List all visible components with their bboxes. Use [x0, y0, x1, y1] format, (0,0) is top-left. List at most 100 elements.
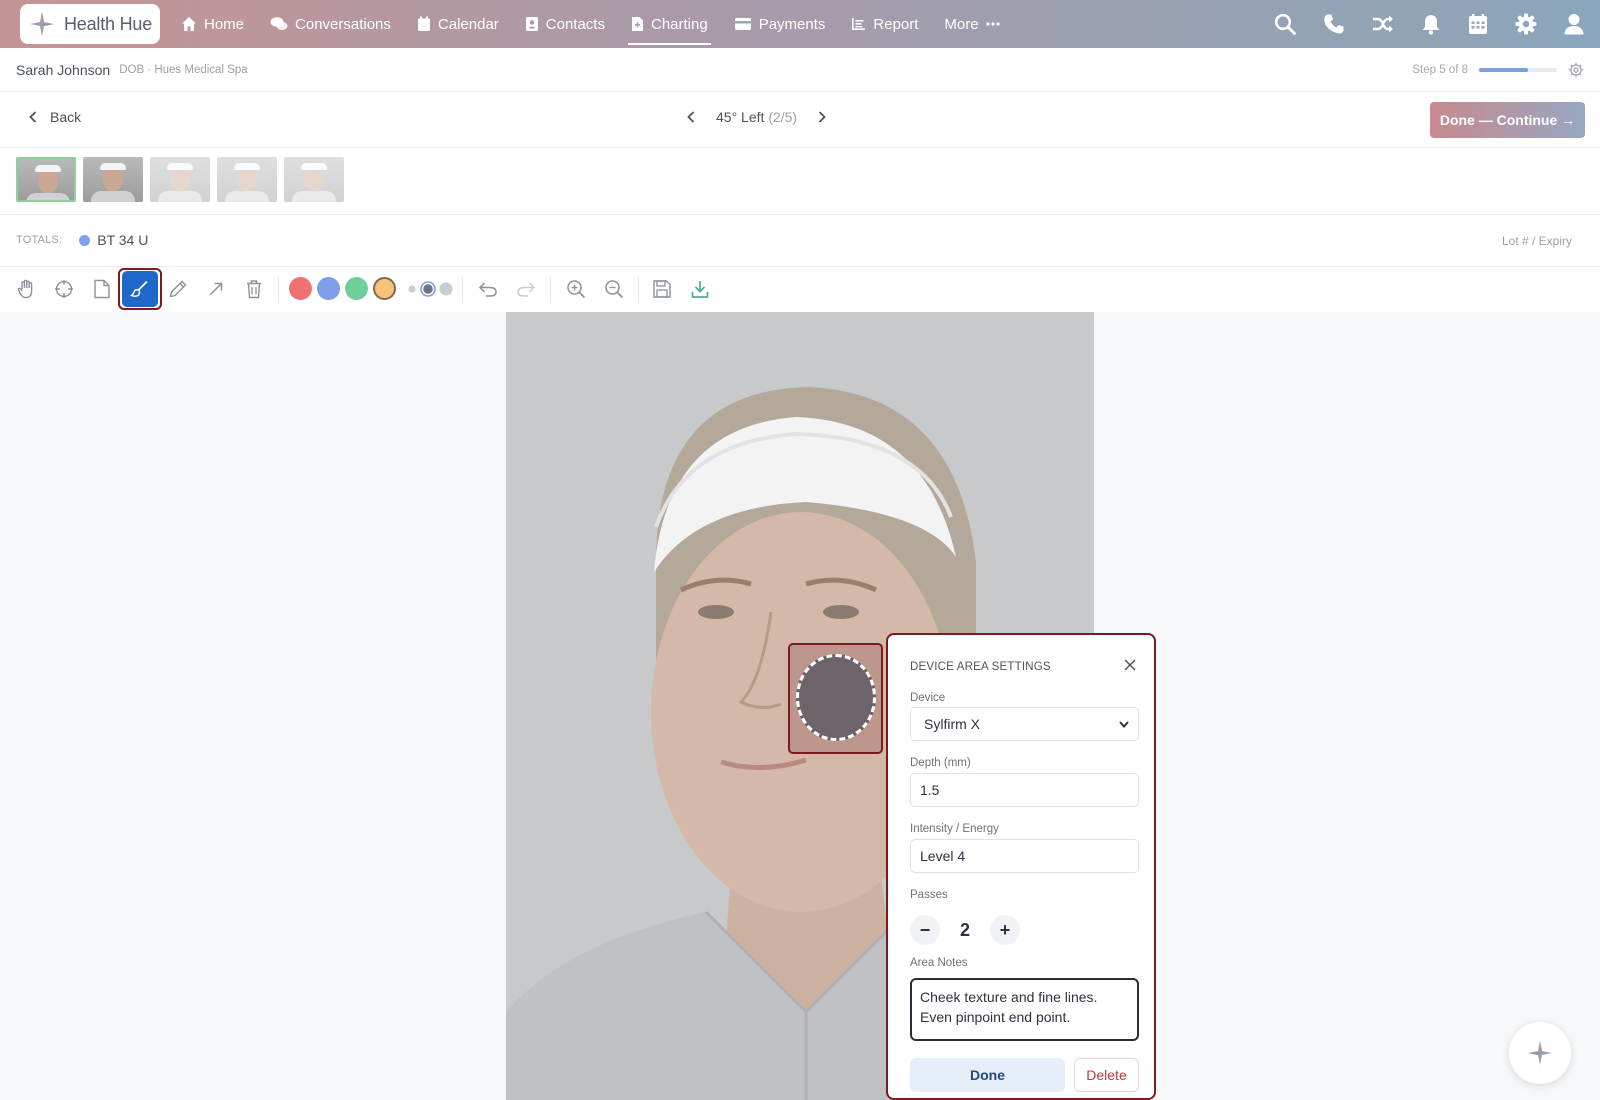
- totals-row: TOTALS: BT 34 U: [16, 232, 148, 248]
- toolbar-separator: [550, 276, 551, 302]
- view-position: (2/5): [768, 109, 798, 125]
- lot-expiry-link[interactable]: Lot # / Expiry: [1502, 234, 1572, 248]
- patient-name[interactable]: Sarah Johnson: [16, 62, 110, 78]
- color-swatch-red[interactable]: [289, 277, 312, 300]
- panel-title: DEVICE AREA SETTINGS: [910, 661, 1051, 673]
- nav-payments[interactable]: Payments: [721, 0, 839, 48]
- back-button[interactable]: Back: [28, 109, 81, 125]
- intensity-input[interactable]: Level 4: [910, 839, 1139, 873]
- nav-more-label: More: [944, 15, 979, 33]
- assistant-fab-button[interactable]: [1509, 1022, 1571, 1084]
- crosshair-icon[interactable]: [52, 277, 76, 301]
- arrow-icon[interactable]: [204, 277, 228, 301]
- totals-value: BT 34 U: [97, 232, 149, 248]
- passes-decrement-button[interactable]: −: [910, 915, 940, 945]
- settings-gear-icon[interactable]: [1568, 62, 1584, 78]
- close-icon[interactable]: [1120, 655, 1140, 675]
- brush-size-selector[interactable]: [406, 277, 454, 301]
- nav-more[interactable]: More: [931, 0, 1012, 48]
- nav-conversations-label: Conversations: [295, 15, 391, 33]
- photo-thumbnails: [16, 157, 344, 202]
- device-select[interactable]: Sylfirm X: [910, 707, 1139, 741]
- report-icon: [851, 17, 866, 31]
- redo-icon[interactable]: [514, 277, 538, 301]
- step-indicator: Step 5 of 8: [1412, 63, 1468, 76]
- chevron-left-icon: [28, 110, 38, 124]
- product-color-dot: [79, 234, 91, 246]
- gear-icon[interactable]: [1515, 13, 1537, 35]
- sparkle-icon: [1525, 1038, 1555, 1068]
- next-view-chevron-icon[interactable]: [817, 110, 827, 124]
- undo-icon[interactable]: [476, 277, 500, 301]
- nav-calendar-label: Calendar: [437, 15, 499, 33]
- brush-icon: [130, 279, 150, 299]
- phone-icon[interactable]: [1323, 13, 1345, 35]
- brush-tool-button[interactable]: [122, 271, 158, 307]
- toolbar-separator: [638, 276, 639, 302]
- passes-value: 2: [959, 919, 970, 940]
- passes-stepper: − 2 +: [910, 915, 1020, 945]
- brand-logo[interactable]: Health Hue: [20, 4, 160, 44]
- hand-icon[interactable]: [14, 277, 38, 301]
- chat-icon: [270, 16, 288, 32]
- search-icon[interactable]: [1274, 13, 1296, 35]
- save-icon[interactable]: [650, 277, 674, 301]
- view-title-wrap: 45° Left (2/5): [716, 109, 797, 125]
- download-icon[interactable]: [688, 277, 712, 301]
- nav-contacts[interactable]: Contacts: [512, 0, 618, 48]
- nav-calendar[interactable]: Calendar: [404, 0, 512, 48]
- device-area-settings-panel: DEVICE AREA SETTINGS Device Sylfirm X De…: [886, 633, 1156, 1100]
- step-progress-fill: [1479, 67, 1528, 72]
- top-nav: Health Hue Home Conversations Calendar C…: [0, 0, 1600, 48]
- device-selected-value: Sylfirm X: [924, 716, 980, 732]
- panel-done-button[interactable]: Done: [910, 1058, 1065, 1092]
- thumbnail-1[interactable]: [16, 157, 76, 202]
- color-swatch-blue[interactable]: [317, 277, 340, 300]
- color-swatch-green[interactable]: [345, 277, 368, 300]
- bell-icon[interactable]: [1421, 13, 1441, 35]
- note-icon[interactable]: [90, 277, 114, 301]
- device-label: Device: [910, 692, 946, 704]
- thumbnail-5[interactable]: [284, 157, 344, 202]
- credit-card-icon: [734, 17, 752, 31]
- toolbar-separator: [278, 276, 279, 302]
- depth-label: Depth (mm): [910, 757, 971, 769]
- nav-report[interactable]: Report: [838, 0, 931, 48]
- thumbnail-2[interactable]: [83, 157, 143, 202]
- user-icon[interactable]: [1564, 13, 1584, 35]
- depth-input[interactable]: 1.5: [910, 773, 1139, 807]
- done-continue-button[interactable]: Done — Continue →: [1430, 102, 1585, 138]
- prev-view-chevron-icon[interactable]: [686, 110, 696, 124]
- calendar-grid-icon[interactable]: [1468, 13, 1488, 35]
- area-notes-textarea[interactable]: Cheek texture and fine lines. Even pinpo…: [910, 978, 1139, 1041]
- thumbnail-4[interactable]: [217, 157, 277, 202]
- nav-home-label: Home: [204, 15, 245, 33]
- treatment-area-marker[interactable]: [788, 643, 883, 754]
- panel-delete-button[interactable]: Delete: [1074, 1058, 1139, 1092]
- nav-home[interactable]: Home: [168, 0, 257, 48]
- trash-icon[interactable]: [242, 277, 266, 301]
- step-progress-bar: [1479, 67, 1557, 72]
- passes-increment-button[interactable]: +: [990, 915, 1020, 945]
- color-swatch-orange[interactable]: [373, 277, 396, 300]
- area-notes-label: Area Notes: [910, 957, 968, 969]
- pencil-icon[interactable]: [166, 277, 190, 301]
- view-title: 45° Left: [716, 109, 765, 125]
- patient-meta: DOB · Hues Medical Spa: [119, 63, 248, 76]
- zoom-out-icon[interactable]: [602, 277, 626, 301]
- nav-conversations[interactable]: Conversations: [257, 0, 404, 48]
- patient-bar: Sarah Johnson DOB · Hues Medical Spa Ste…: [0, 48, 1600, 92]
- nav-charting[interactable]: Charting: [618, 0, 721, 48]
- view-header: Back 45° Left (2/5) Done — Continue →: [0, 92, 1600, 148]
- back-label: Back: [50, 109, 82, 125]
- zoom-in-icon[interactable]: [564, 277, 588, 301]
- logo-mark-icon: [27, 9, 57, 39]
- view-navigator: 45° Left (2/5): [686, 109, 827, 125]
- nav-payments-label: Payments: [758, 15, 826, 33]
- passes-label: Passes: [910, 889, 948, 901]
- area-marker-dot[interactable]: [796, 654, 876, 741]
- shuffle-icon[interactable]: [1372, 14, 1394, 34]
- totals-label: TOTALS:: [16, 234, 63, 246]
- thumbnail-3[interactable]: [150, 157, 210, 202]
- divider: [0, 214, 1600, 215]
